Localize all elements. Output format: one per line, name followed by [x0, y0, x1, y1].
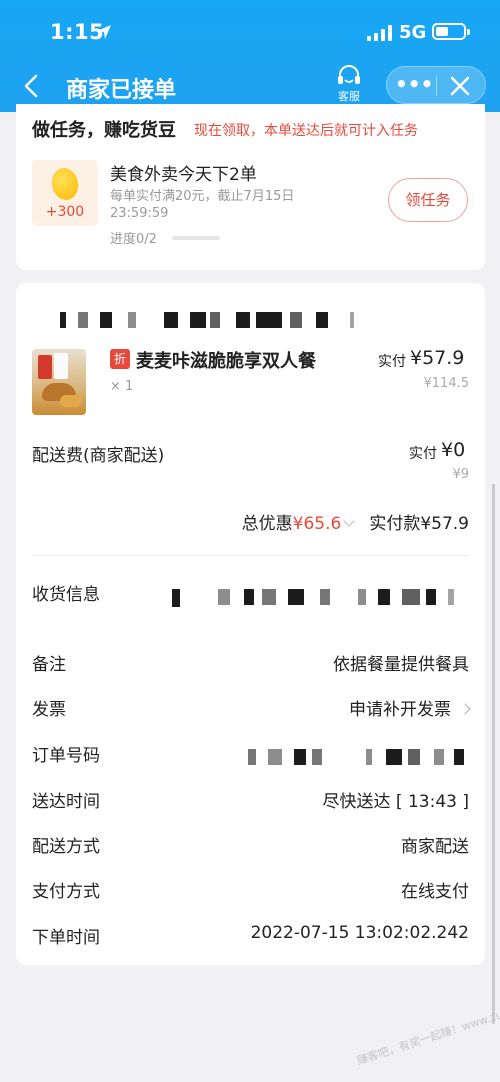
total-discount-value: ¥65.6: [292, 514, 342, 534]
page-title: 商家已接单: [66, 78, 177, 103]
order-card: 折 麦麦咔滋脆脆享双人餐 × 1 实付 ¥57.9 ¥114.5 配送费(商家配…: [16, 283, 485, 965]
item-original-price: ¥114.5: [423, 376, 470, 391]
miniapp-capsule: •••: [386, 66, 486, 104]
scrollbar[interactable]: [492, 484, 495, 1024]
receiver-info-redacted: [172, 589, 462, 607]
more-button[interactable]: •••: [395, 69, 433, 103]
task-heading: 做任务，赚吃货豆: [32, 120, 176, 141]
chevron-down-icon: [343, 515, 355, 527]
task-reward-image: +300: [32, 160, 98, 226]
task-progress: 进度0/2: [110, 232, 157, 247]
remark-value: 依据餐量提供餐具: [333, 655, 469, 675]
arrival-time-label: 送达时间: [32, 792, 100, 812]
chevron-right-icon: [459, 703, 471, 715]
divider: [32, 555, 469, 556]
task-description: 每单实付满20元，截止7月15日 23:59:59: [110, 189, 295, 221]
order-number-redacted: [248, 749, 468, 765]
headset-icon: [338, 65, 360, 84]
back-arrow-icon[interactable]: [20, 72, 44, 100]
status-bar: 1:15 5G: [0, 0, 500, 64]
payment-method-label: 支付方式: [32, 882, 100, 902]
discount-tag: 折: [110, 349, 130, 369]
customer-service-button[interactable]: 客服: [332, 64, 366, 104]
total-paid-label: 实付款: [369, 514, 421, 534]
meal-image: [32, 349, 86, 415]
remark-label: 备注: [32, 655, 66, 675]
arrival-time-value: 尽快送达 [ 13:43 ]: [322, 792, 469, 812]
task-title: 美食外卖今天下2单: [110, 165, 257, 185]
delivery-method-value: 商家配送: [401, 837, 469, 857]
delivery-fee-paid-label: 实付: [409, 446, 437, 462]
payment-method-value: 在线支付: [401, 882, 469, 902]
item-paid-label: 实付: [378, 354, 406, 370]
header: 1:15 5G 商家已接单 客服 •••: [0, 0, 500, 112]
task-progress-bar: [172, 236, 220, 240]
item-name: 麦麦咔滋脆脆享双人餐: [136, 351, 316, 372]
battery-icon: [432, 23, 470, 40]
total-discount-label: 总优惠: [241, 514, 293, 534]
delivery-method-label: 配送方式: [32, 837, 100, 857]
delivery-fee-original: ¥9: [452, 467, 469, 482]
order-time-value: 2022-07-15 13:02:02.242: [250, 923, 469, 943]
store-name-redacted: [60, 312, 360, 328]
item-paid-price: ¥57.9: [410, 347, 465, 369]
invoice-request-link[interactable]: 申请补开发票: [349, 695, 471, 720]
task-card: 做任务，赚吃货豆 现在领取，本单送达后就可计入任务 +300 美食外卖今天下2单…: [16, 104, 485, 270]
task-reward: +300: [45, 204, 85, 220]
close-icon[interactable]: [445, 71, 475, 101]
order-totals[interactable]: 总优惠¥65.6 实付款¥57.9: [242, 509, 469, 534]
task-note: 现在领取，本单送达后就可计入任务: [194, 123, 418, 139]
bean-icon: [48, 165, 82, 203]
receiver-label: 收货信息: [32, 585, 100, 605]
location-arrow-icon: [97, 25, 111, 39]
capsule-divider: [436, 76, 437, 96]
signal-icon: [367, 25, 392, 41]
service-label: 客服: [338, 90, 360, 103]
order-time-label: 下单时间: [32, 928, 100, 948]
network-type: 5G: [399, 22, 427, 43]
invoice-value: 申请补开发票: [349, 700, 451, 720]
order-number-label: 订单号码: [32, 746, 100, 766]
delivery-fee-paid: ¥0: [441, 439, 466, 461]
watermark: 赚客吧，有奖一起赚！www.zuanke8.com: [355, 989, 500, 1068]
total-paid-value: ¥57.9: [420, 514, 469, 534]
delivery-fee-label: 配送费(商家配送): [32, 446, 165, 466]
claim-task-button[interactable]: 领任务: [388, 178, 468, 222]
item-quantity: × 1: [110, 379, 134, 394]
invoice-label: 发票: [32, 700, 66, 720]
